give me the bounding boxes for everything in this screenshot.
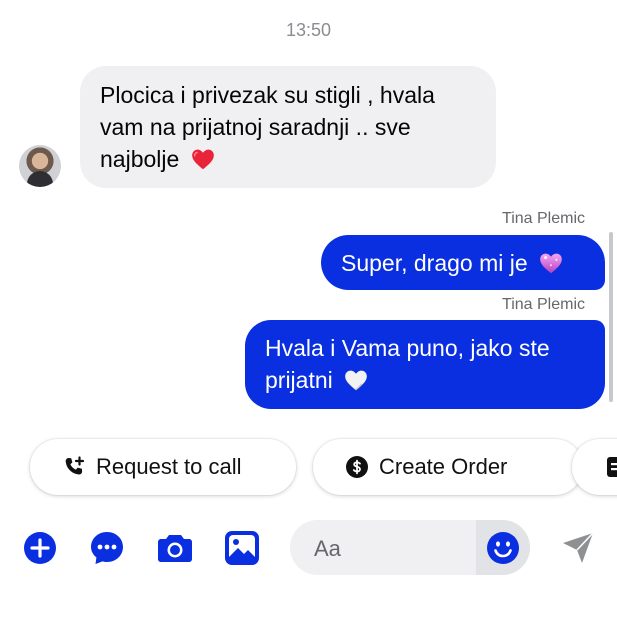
- order-list-icon: [607, 457, 617, 477]
- gallery-icon: [225, 531, 259, 565]
- camera-button[interactable]: [157, 530, 193, 566]
- outgoing-message-line-2-wrap: prijatni: [265, 364, 585, 396]
- incoming-message-line-2: vam na prijatnoj saradnji .. sve: [100, 114, 411, 140]
- message-composer[interactable]: [290, 520, 530, 575]
- more-icon: [91, 532, 123, 564]
- white-heart-icon: [345, 370, 367, 391]
- incoming-message-bubble[interactable]: Plocica i privezak su stigli , hvala vam…: [80, 66, 496, 188]
- red-heart-icon: [191, 149, 214, 170]
- camera-icon: [158, 535, 192, 562]
- gallery-button[interactable]: [224, 530, 260, 566]
- purple-heart-icon: [540, 253, 562, 274]
- request-to-call-label: Request to call: [96, 454, 242, 479]
- dollar-circle-icon: [346, 456, 368, 478]
- incoming-message-line-1: Plocica i privezak su stigli , hvala: [100, 82, 435, 108]
- message-timestamp: 13:50: [285, 20, 332, 40]
- emoji-button[interactable]: [476, 520, 530, 575]
- add-button[interactable]: [22, 530, 58, 566]
- conversation-scrollbar[interactable]: [609, 232, 613, 402]
- incoming-message-line-3-wrap: najbolje: [100, 143, 476, 175]
- contact-avatar[interactable]: [19, 145, 61, 187]
- send-button[interactable]: [560, 530, 596, 566]
- emoji-icon: [487, 531, 519, 564]
- composer-toolbar: [0, 519, 617, 577]
- create-order-label: Create Order: [379, 454, 508, 479]
- request-to-call-chip[interactable]: Request to call: [30, 439, 296, 495]
- outgoing-message-bubble-2[interactable]: Hvala i Vama puno, jako ste prijatni: [245, 320, 605, 409]
- more-options-button[interactable]: [89, 530, 125, 566]
- sender-name-1: Tina Plemic: [502, 210, 585, 227]
- phone-plus-icon: [65, 456, 85, 475]
- send-icon: [563, 532, 594, 563]
- outgoing-message-line-1: Hvala i Vama puno, jako ste: [265, 335, 550, 361]
- quick-actions-row: Request to call Create Order: [30, 439, 617, 497]
- add-icon: [24, 532, 56, 564]
- message-input[interactable]: [312, 520, 466, 575]
- order-list-chip[interactable]: [572, 439, 617, 495]
- outgoing-message-line-2: prijatni: [265, 367, 333, 393]
- sender-name-2: Tina Plemic: [502, 296, 585, 313]
- create-order-chip[interactable]: Create Order: [313, 439, 583, 495]
- outgoing-message-text-1: Super, drago mi je: [341, 250, 528, 276]
- outgoing-message-bubble-1[interactable]: Super, drago mi je: [321, 235, 605, 290]
- messenger-conversation-screen: 13:50 Plocica i privezak su stigli , hva…: [0, 0, 617, 640]
- incoming-message-line-3: najbolje: [100, 146, 180, 172]
